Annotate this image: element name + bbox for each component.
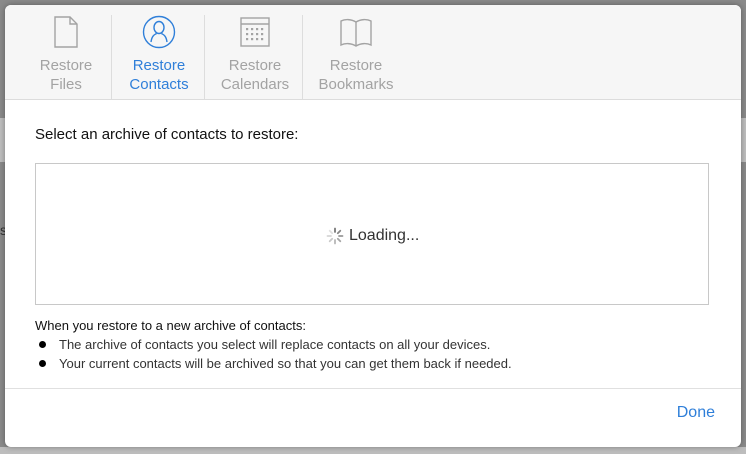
tab-label: Restore Files	[39, 57, 93, 93]
info-list: The archive of contacts you select will …	[35, 335, 512, 373]
tab-divider	[111, 15, 112, 99]
loading-indicator: Loading...	[326, 227, 419, 245]
done-button[interactable]: Done	[677, 404, 715, 422]
loading-text: Loading...	[349, 227, 420, 244]
archive-prompt: Select an archive of contacts to restore…	[35, 126, 299, 143]
file-icon	[53, 15, 79, 49]
tab-label: Restore Contacts	[129, 57, 189, 93]
spinner-icon	[326, 227, 344, 245]
tab-restore-bookmarks[interactable]: Restore Bookmarks	[306, 5, 406, 99]
tab-restore-contacts[interactable]: Restore Contacts	[115, 5, 203, 99]
list-item: The archive of contacts you select will …	[35, 335, 512, 354]
contact-icon	[142, 15, 176, 49]
restore-toolbar: Restore Files Restore Contacts Restore C…	[5, 5, 741, 100]
restore-dialog: Restore Files Restore Contacts Restore C…	[5, 5, 741, 447]
tab-divider	[302, 15, 303, 99]
tab-label: Restore Calendars	[220, 57, 290, 93]
archive-list[interactable]: Loading...	[35, 163, 709, 305]
footer-divider	[5, 388, 741, 389]
info-heading: When you restore to a new archive of con…	[35, 318, 306, 333]
tab-restore-files[interactable]: Restore Files	[20, 5, 112, 99]
tab-label: Restore Bookmarks	[318, 57, 394, 93]
bullet-icon	[39, 360, 46, 367]
tab-divider	[204, 15, 205, 99]
tab-restore-calendars[interactable]: Restore Calendars	[208, 5, 302, 99]
list-item: Your current contacts will be archived s…	[35, 354, 512, 373]
background-bar-bottom	[0, 447, 746, 454]
calendar-icon	[240, 15, 270, 49]
book-icon	[340, 15, 372, 49]
bullet-icon	[39, 341, 46, 348]
